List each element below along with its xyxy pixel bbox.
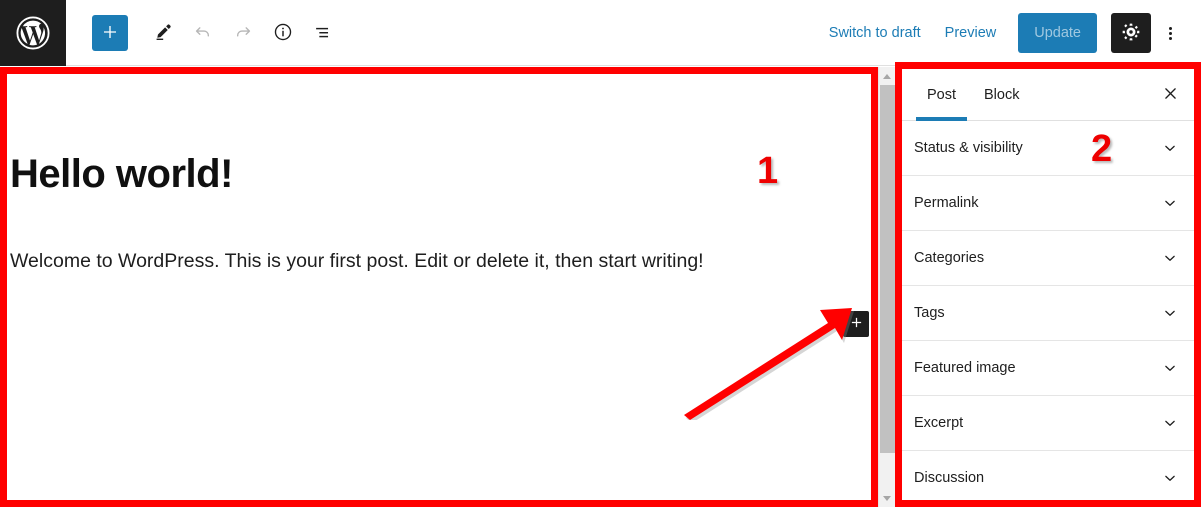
panel-label: Permalink bbox=[914, 195, 979, 211]
undo-icon bbox=[192, 21, 214, 46]
details-info-button[interactable] bbox=[265, 15, 301, 51]
chevron-down-icon bbox=[1160, 138, 1180, 158]
more-options-button[interactable] bbox=[1153, 13, 1187, 53]
panel-excerpt[interactable]: Excerpt bbox=[902, 396, 1194, 451]
chevron-down-icon bbox=[1160, 468, 1180, 488]
chevron-down-icon bbox=[1160, 358, 1180, 378]
post-title[interactable]: Hello world! bbox=[10, 152, 233, 197]
chevron-down-icon bbox=[1160, 193, 1180, 213]
scrollbar-thumb[interactable] bbox=[880, 85, 895, 453]
panel-status-visibility[interactable]: Status & visibility bbox=[902, 121, 1194, 176]
preview-button[interactable]: Preview bbox=[933, 17, 1009, 49]
editor-scrollbar[interactable] bbox=[878, 67, 895, 507]
tab-post[interactable]: Post bbox=[913, 69, 970, 121]
panel-label: Categories bbox=[914, 250, 985, 266]
panel-tags[interactable]: Tags bbox=[902, 286, 1194, 341]
block-appender-button[interactable] bbox=[843, 311, 869, 337]
settings-gear-button[interactable] bbox=[1111, 13, 1151, 53]
chevron-down-icon bbox=[1160, 413, 1180, 433]
post-editor-canvas[interactable]: Hello world! Welcome to WordPress. This … bbox=[7, 74, 871, 500]
wordpress-block-editor: Switch to draft Preview Update Hello wor… bbox=[0, 0, 1201, 507]
pencil-edit-icon bbox=[152, 21, 174, 46]
panel-label: Featured image bbox=[914, 360, 1016, 376]
panel-label: Discussion bbox=[914, 470, 985, 486]
post-paragraph-block[interactable]: Welcome to WordPress. This is your first… bbox=[10, 250, 704, 273]
info-icon bbox=[272, 21, 294, 46]
panel-permalink[interactable]: Permalink bbox=[902, 176, 1194, 231]
wordpress-logo-button[interactable] bbox=[0, 0, 66, 66]
close-sidebar-button[interactable] bbox=[1156, 81, 1184, 109]
scrollbar-up-button[interactable] bbox=[879, 68, 895, 84]
redo-button[interactable] bbox=[225, 15, 261, 51]
block-inserter-button[interactable] bbox=[92, 15, 128, 51]
toolbar-left-group bbox=[66, 0, 341, 66]
plus-icon bbox=[849, 315, 864, 333]
panel-featured-image[interactable]: Featured image bbox=[902, 341, 1194, 396]
triangle-up-icon bbox=[883, 73, 891, 79]
redo-icon bbox=[232, 21, 254, 46]
chevron-down-icon bbox=[1160, 303, 1180, 323]
undo-button[interactable] bbox=[185, 15, 221, 51]
chevron-down-icon bbox=[1160, 248, 1180, 268]
triangle-down-icon bbox=[883, 495, 891, 501]
panel-label: Excerpt bbox=[914, 415, 964, 431]
panel-label: Status & visibility bbox=[914, 140, 1023, 156]
kebab-menu-icon bbox=[1168, 25, 1172, 42]
tab-block[interactable]: Block bbox=[970, 69, 1033, 121]
settings-sidebar: Post Block Status & visibility Permalink bbox=[902, 69, 1194, 500]
gear-icon bbox=[1120, 21, 1142, 46]
annotation-number-2: 2 bbox=[1089, 128, 1113, 170]
list-view-button[interactable] bbox=[305, 15, 341, 51]
plus-icon bbox=[100, 22, 120, 45]
list-view-icon bbox=[312, 21, 334, 46]
wordpress-logo-icon bbox=[16, 16, 50, 50]
annotation-number-1: 1 bbox=[755, 150, 779, 192]
scrollbar-down-button[interactable] bbox=[879, 490, 895, 506]
update-button[interactable]: Update bbox=[1018, 13, 1097, 53]
editor-toolbar: Switch to draft Preview Update bbox=[0, 0, 1201, 66]
tools-pencil-button[interactable] bbox=[145, 15, 181, 51]
panel-discussion[interactable]: Discussion bbox=[902, 451, 1194, 500]
close-icon bbox=[1162, 85, 1179, 105]
switch-to-draft-button[interactable]: Switch to draft bbox=[817, 17, 933, 49]
toolbar-right-group: Switch to draft Preview Update bbox=[817, 0, 1187, 66]
sidebar-tab-bar: Post Block bbox=[902, 69, 1194, 121]
panel-categories[interactable]: Categories bbox=[902, 231, 1194, 286]
panel-label: Tags bbox=[914, 305, 945, 321]
